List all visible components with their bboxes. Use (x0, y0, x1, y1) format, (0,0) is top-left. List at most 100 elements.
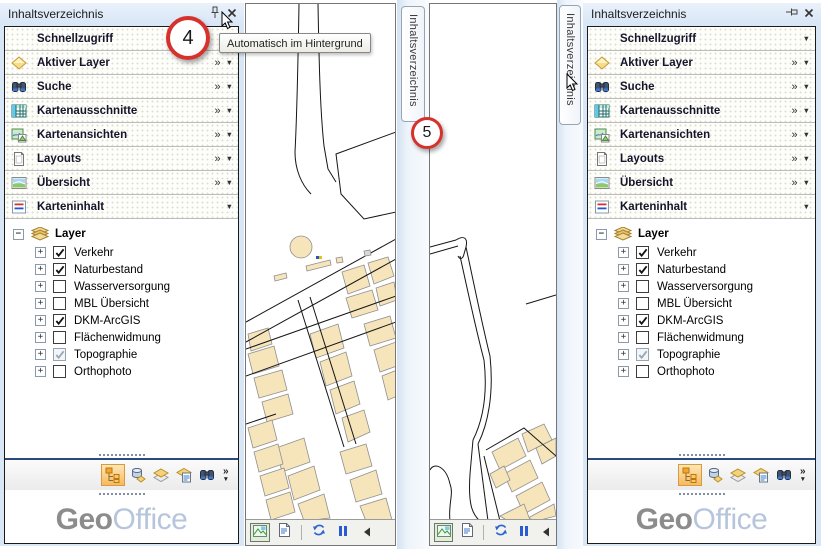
layer-item[interactable]: +Verkehr (5, 244, 238, 261)
layer-checkbox[interactable] (53, 297, 66, 310)
layer-label[interactable]: Flächenwidmung (74, 332, 161, 344)
layer-checkbox[interactable] (53, 263, 66, 276)
layer-checkbox[interactable] (636, 348, 649, 361)
layer-item[interactable]: +Wasserversorgung (588, 278, 815, 295)
open-flyout-icon[interactable]: » (791, 82, 797, 92)
data-view-button[interactable] (434, 523, 453, 542)
layer-checkbox[interactable] (636, 280, 649, 293)
dropdown-icon[interactable]: ▼ (803, 155, 810, 163)
expand-icon[interactable]: + (35, 332, 46, 343)
toc-tree-button[interactable] (101, 464, 125, 486)
layer-stack-button[interactable] (151, 464, 171, 486)
layout-view-button[interactable] (457, 523, 476, 542)
layer-label[interactable]: DKM-ArcGIS (657, 315, 723, 327)
expand-icon[interactable]: + (618, 315, 629, 326)
section-header-schnellzugriff[interactable]: Schnellzugriff▼ (588, 27, 815, 51)
expand-icon[interactable]: + (35, 264, 46, 275)
scroll-left-button[interactable] (537, 523, 556, 542)
section-header-suche[interactable]: Suche»▼ (5, 75, 238, 99)
data-source-button[interactable] (128, 464, 148, 486)
layer-checkbox[interactable] (636, 263, 649, 276)
layer-label[interactable]: Orthophoto (74, 366, 132, 378)
dropdown-icon[interactable]: ▼ (803, 83, 810, 91)
open-flyout-icon[interactable]: » (214, 154, 220, 164)
collapsed-toc-tab[interactable]: Inhaltsverzeichnis (559, 5, 581, 125)
close-button[interactable] (800, 6, 817, 22)
dropdown-icon[interactable]: ▼ (803, 179, 810, 187)
search-binoculars-button[interactable] (774, 464, 794, 486)
layer-checkbox[interactable] (636, 331, 649, 344)
splitter-handle[interactable] (5, 451, 238, 458)
expand-icon[interactable]: + (35, 315, 46, 326)
layer-checkbox[interactable] (636, 365, 649, 378)
dropdown-icon[interactable]: ▼ (803, 131, 810, 139)
open-flyout-icon[interactable]: » (791, 178, 797, 188)
layer-checkbox[interactable] (53, 314, 66, 327)
collapsed-toc-tab[interactable]: Inhaltsverzeichnis (401, 6, 425, 122)
section-header-layouts[interactable]: Layouts»▼ (588, 147, 815, 171)
layer-label[interactable]: Verkehr (74, 247, 114, 259)
auto-hide-pin-button[interactable] (783, 6, 800, 22)
section-header-karteninhalt[interactable]: Karteninhalt▼ (588, 195, 815, 219)
expand-icon[interactable]: + (35, 298, 46, 309)
section-header-aktiver-layer[interactable]: Aktiver Layer»▼ (588, 51, 815, 75)
layer-checkbox[interactable] (53, 348, 66, 361)
layer-item[interactable]: + Naturbestand (5, 261, 238, 278)
layer-item[interactable]: + DKM-ArcGIS (588, 312, 815, 329)
dropdown-icon[interactable]: ▼ (226, 83, 233, 91)
expand-icon[interactable]: + (618, 332, 629, 343)
section-header-suche[interactable]: Suche»▼ (588, 75, 815, 99)
refresh-button[interactable] (491, 523, 510, 542)
open-flyout-icon[interactable]: » (214, 178, 220, 188)
layer-item[interactable]: +Orthophoto (5, 363, 238, 380)
expand-icon[interactable]: + (618, 366, 629, 377)
layer-item[interactable]: + Flächenwidmung (5, 329, 238, 346)
layout-view-button[interactable] (274, 523, 294, 542)
layer-checkbox[interactable] (636, 314, 649, 327)
expand-icon[interactable]: + (35, 281, 46, 292)
layer-label[interactable]: Verkehr (657, 247, 697, 259)
pause-button[interactable] (333, 523, 353, 542)
layer-label[interactable]: Orthophoto (657, 366, 715, 378)
layer-checkbox[interactable] (636, 297, 649, 310)
layer-item[interactable]: +MBL Übersicht (588, 295, 815, 312)
dropdown-icon[interactable]: ▼ (226, 203, 233, 211)
layer-checkbox[interactable] (53, 331, 66, 344)
toolbar-overflow-button[interactable]: »▼ (223, 468, 229, 483)
expand-icon[interactable]: + (618, 281, 629, 292)
dropdown-icon[interactable]: ▼ (803, 59, 810, 67)
layer-item[interactable]: + Flächenwidmung (588, 329, 815, 346)
layer-label[interactable]: Topographie (657, 349, 720, 361)
section-header-layouts[interactable]: Layouts»▼ (5, 147, 238, 171)
layer-label[interactable]: DKM-ArcGIS (74, 315, 140, 327)
dropdown-icon[interactable]: ▼ (226, 107, 233, 115)
open-flyout-icon[interactable]: » (791, 58, 797, 68)
layer-label[interactable]: Topographie (74, 349, 137, 361)
open-flyout-icon[interactable]: » (214, 82, 220, 92)
layer-label[interactable]: MBL Übersicht (74, 298, 149, 310)
layer-label[interactable]: MBL Übersicht (657, 298, 732, 310)
layer-label[interactable]: Flächenwidmung (657, 332, 744, 344)
dropdown-icon[interactable]: ▼ (803, 107, 810, 115)
open-flyout-icon[interactable]: » (214, 130, 220, 140)
layer-checkbox[interactable] (53, 246, 66, 259)
refresh-button[interactable] (309, 523, 329, 542)
map-view-1[interactable] (245, 3, 396, 546)
scroll-left-button[interactable] (357, 523, 377, 542)
dropdown-icon[interactable]: ▼ (226, 179, 233, 187)
collapse-icon[interactable]: − (596, 229, 607, 240)
layer-item[interactable]: +Verkehr (588, 244, 815, 261)
splitter-handle[interactable] (5, 490, 238, 497)
layer-item[interactable]: + DKM-ArcGIS (5, 312, 238, 329)
expand-icon[interactable]: + (35, 349, 46, 360)
layer-label[interactable]: Naturbestand (657, 264, 726, 276)
section-header-kartenausschnitte[interactable]: Kartenausschnitte»▼ (588, 99, 815, 123)
tree-root-layer[interactable]: −Layer (5, 224, 238, 244)
splitter-handle[interactable] (588, 490, 815, 497)
data-source-button[interactable] (705, 464, 725, 486)
open-flyout-icon[interactable]: » (791, 106, 797, 116)
section-header-karteninhalt[interactable]: Karteninhalt▼ (5, 195, 238, 219)
layer-file-button[interactable] (751, 464, 771, 486)
layer-item[interactable]: + Orthophoto (588, 363, 815, 380)
layer-label[interactable]: Naturbestand (74, 264, 143, 276)
